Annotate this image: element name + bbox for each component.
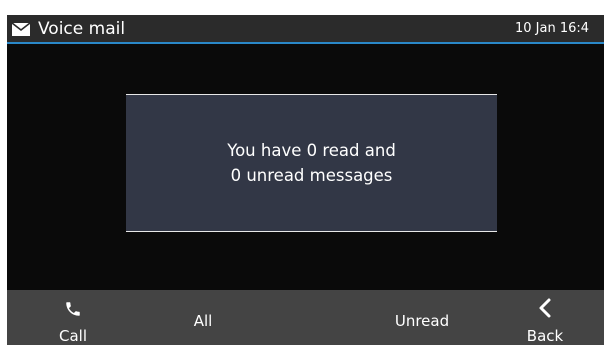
page-title: Voice mail [38,19,126,39]
message-line-2: 0 unread messages [230,166,393,185]
phone-screen: Voice mail 10 Jan 16:4 You have 0 read a… [0,0,604,345]
message-line-1: You have 0 read and [227,141,396,160]
chevron-left-icon [539,298,551,318]
message-dialog: You have 0 read and 0 unread messages [126,94,497,232]
back-softkey[interactable]: Back [519,290,571,345]
softkey-bar: Call All Unread Back [7,290,604,345]
message-text: You have 0 read and 0 unread messages [126,138,497,188]
main-area: You have 0 read and 0 unread messages [7,44,604,290]
unread-softkey[interactable]: Unread [387,290,457,345]
unread-label: Unread [394,312,450,330]
back-label: Back [526,327,564,345]
mail-icon [12,23,30,36]
call-softkey[interactable]: Call [47,290,99,345]
call-label: Call [58,327,87,345]
phone-icon [66,302,80,316]
clock-readout: 10 Jan 16:4 [515,21,590,36]
title-bar: Voice mail 10 Jan 16:4 [7,15,604,44]
all-softkey[interactable]: All [177,290,229,345]
all-label: All [193,312,213,330]
